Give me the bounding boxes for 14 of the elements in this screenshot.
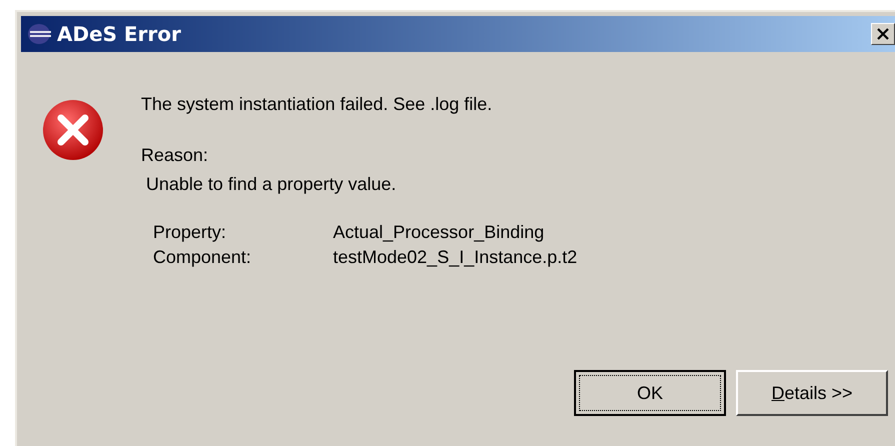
reason-label: Reason: <box>141 144 210 167</box>
close-button[interactable] <box>871 23 895 45</box>
reason-text: Unable to find a property value. <box>145 173 398 196</box>
detail-label: Component: <box>153 246 252 269</box>
detail-label: Property: <box>153 221 228 244</box>
globe-icon <box>27 23 51 45</box>
error-message: The system instantiation failed. See .log file. <box>141 93 494 116</box>
error-icon <box>41 98 105 162</box>
dialog-button[interactable]: Details >> <box>736 370 888 416</box>
window-title: ADeS Error <box>57 21 182 48</box>
detail-value: testMode02_S_I_Instance.p.t2 <box>333 246 578 269</box>
dialog-button[interactable]: OK <box>574 370 726 416</box>
close-icon <box>877 28 889 40</box>
detail-value: Actual_Processor_Binding <box>333 221 544 244</box>
